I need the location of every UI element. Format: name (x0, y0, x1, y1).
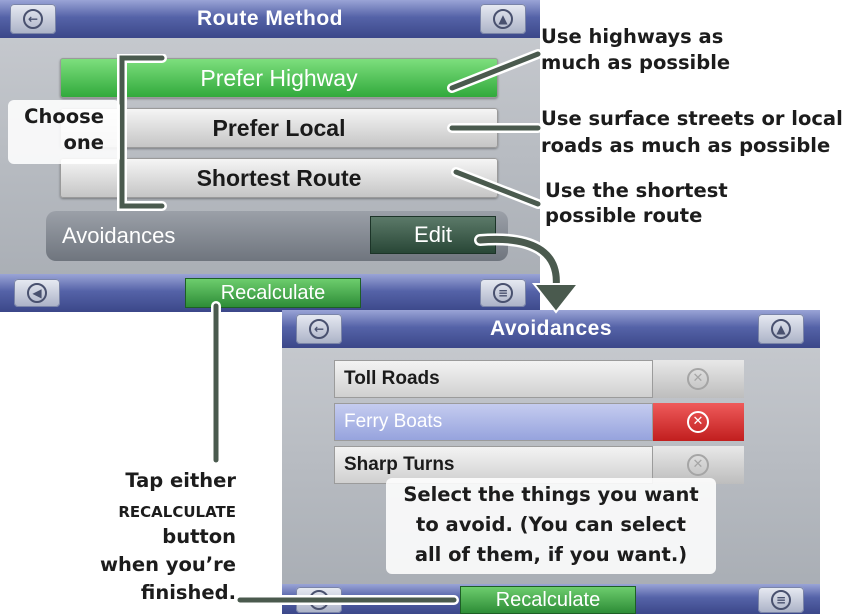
highway-callout-line2: much as possible (541, 51, 731, 74)
tap-callout-line3: button (162, 525, 236, 548)
tap-callout-line4: when you’re (99, 553, 236, 576)
highway-callout-line1: Use highways as (541, 25, 724, 48)
local-callout-line1: Use surface streets or local (541, 107, 843, 130)
shortest-callout-line2: possible route (545, 204, 703, 227)
tap-callout-line5: finished. (140, 581, 236, 604)
tap-callout-line1: Tap either (125, 469, 236, 492)
tap-callout-line2: RECALCULATE (118, 503, 236, 521)
shortest-callout-line1: Use the shortest (545, 179, 728, 202)
local-callout-line2: roads as much as possible (541, 134, 831, 157)
